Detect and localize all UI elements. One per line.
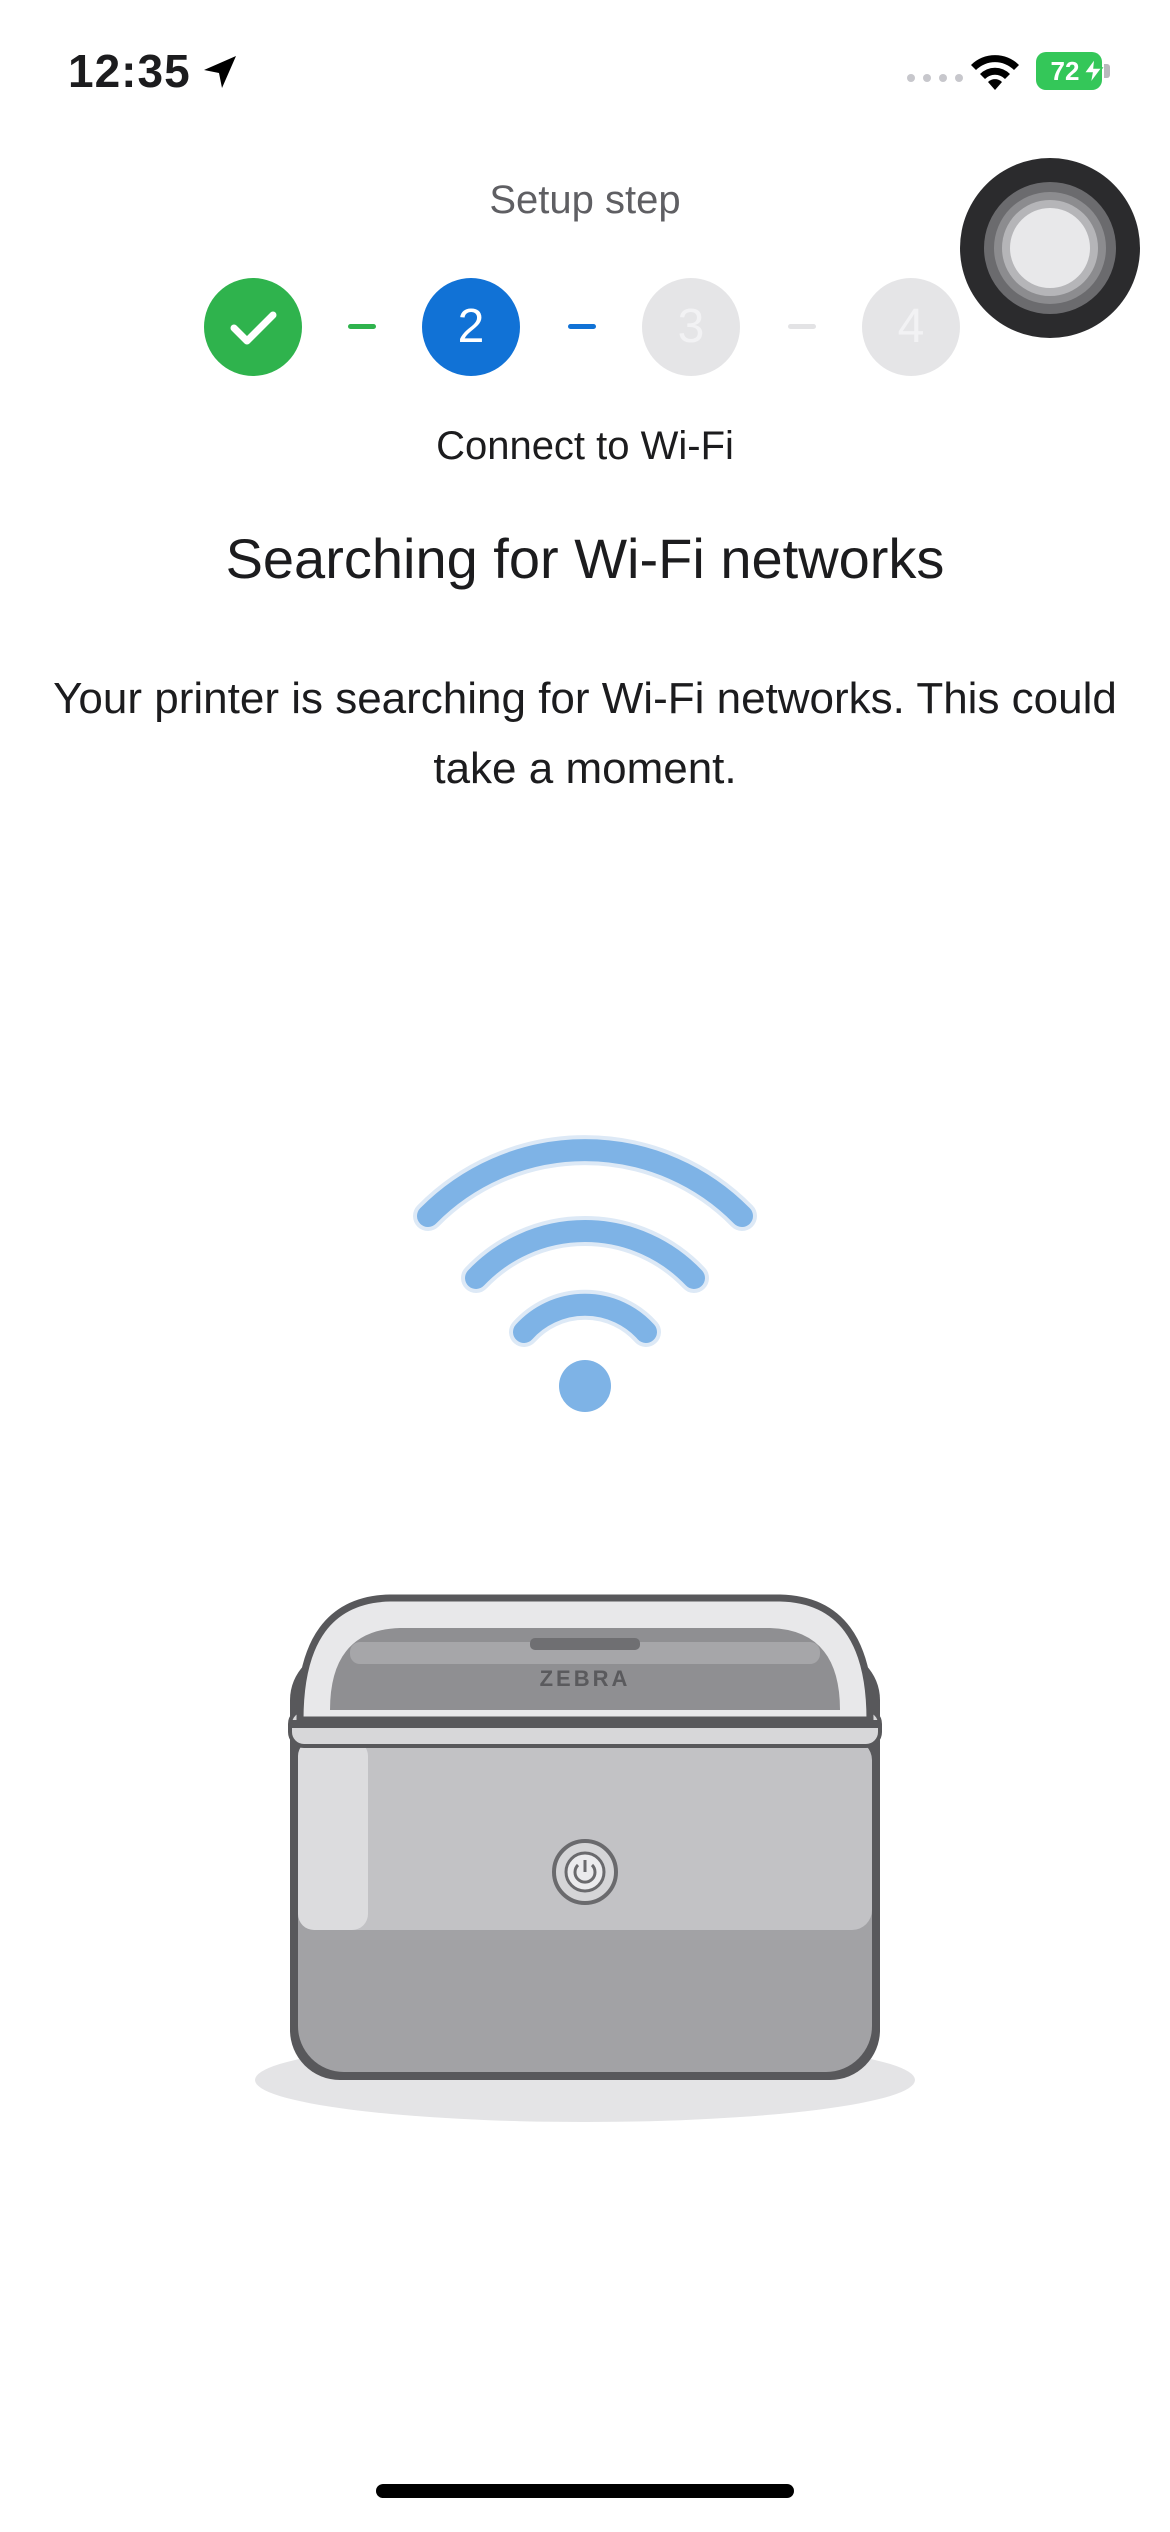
step-2-current: 2 bbox=[422, 278, 520, 376]
battery-indicator: 72 bbox=[1036, 52, 1104, 90]
checkmark-icon bbox=[230, 311, 277, 345]
battery-cap bbox=[1104, 64, 1110, 78]
home-indicator[interactable] bbox=[376, 2484, 794, 2498]
wifi-icon bbox=[971, 55, 1019, 90]
printer-brand-logo: ZEBRA bbox=[540, 1666, 631, 1691]
location-arrow-icon bbox=[204, 56, 236, 88]
printer-illustration: ZEBRA bbox=[255, 1594, 915, 2122]
setup-step-label: Setup step bbox=[489, 178, 681, 222]
charging-bolt-icon bbox=[1082, 58, 1104, 84]
page-title: Searching for Wi-Fi networks bbox=[225, 527, 945, 590]
current-step-caption: Connect to Wi-Fi bbox=[436, 424, 734, 468]
page-description: Your printer is searching for Wi-Fi netw… bbox=[53, 674, 1117, 793]
wifi-searching-icon bbox=[413, 1135, 757, 1412]
step-connector bbox=[348, 324, 376, 329]
status-time: 12:35 bbox=[68, 45, 191, 97]
step-1-complete bbox=[204, 278, 302, 376]
step-connector bbox=[568, 324, 596, 329]
step-3-upcoming: 3 bbox=[642, 278, 740, 376]
cellular-signal-icon bbox=[907, 74, 963, 82]
step-connector bbox=[788, 324, 816, 329]
step-4-upcoming: 4 bbox=[862, 278, 960, 376]
